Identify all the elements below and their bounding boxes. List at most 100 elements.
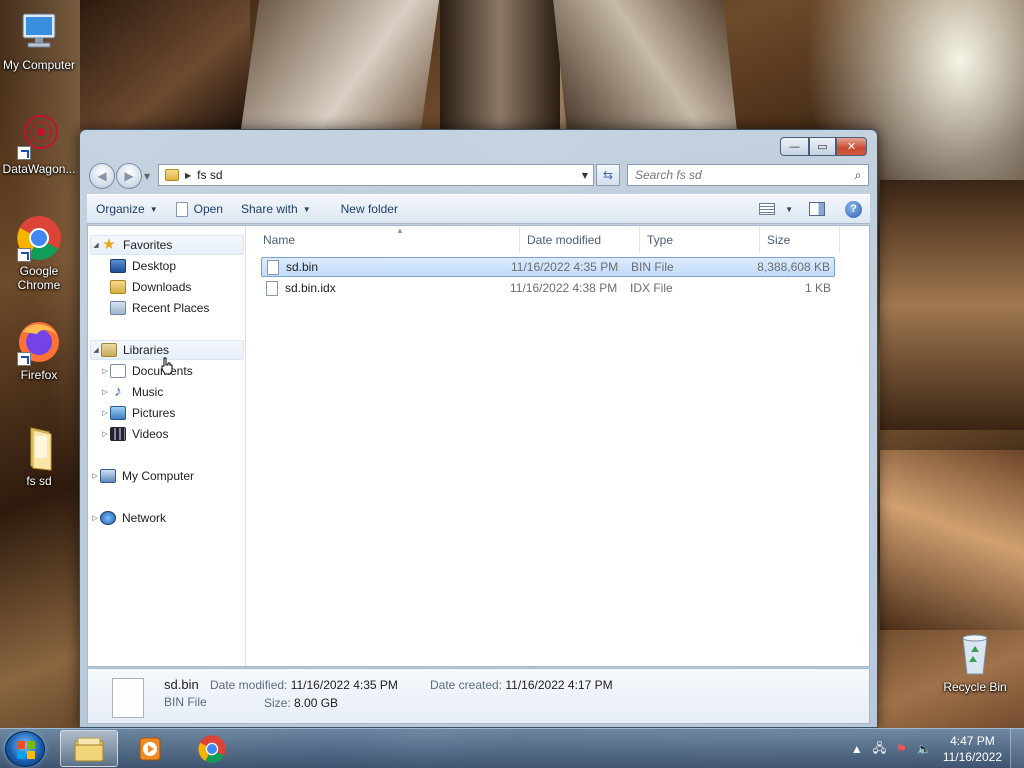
file-size: 8,388,608 KB: [757, 260, 830, 274]
breadcrumb-separator-icon[interactable]: ▶: [185, 171, 191, 180]
details-value: 8.00 GB: [294, 696, 339, 710]
desktop-icon-recycle-bin[interactable]: Recycle Bin: [936, 630, 1014, 694]
nav-recent-places[interactable]: Recent Places: [110, 298, 209, 318]
desktop-icon-datawagon[interactable]: DataWagon...: [0, 112, 78, 176]
address-bar[interactable]: ▶ fs sd ▼: [158, 164, 594, 186]
show-desktop-button[interactable]: [1010, 729, 1024, 768]
details-file-type: BIN File: [164, 695, 207, 709]
collapse-icon[interactable]: ◢: [91, 241, 101, 249]
taskbar: ▲ 🖧 ⚑ 🔈 4:47 PM 11/16/2022: [0, 728, 1024, 768]
nav-pictures[interactable]: ▷ Pictures: [100, 403, 175, 423]
file-name-cell: sd.bin.idx: [266, 278, 336, 298]
preview-pane-icon[interactable]: [809, 202, 825, 216]
nav-label: Recent Places: [132, 301, 210, 315]
expand-icon[interactable]: ▷: [100, 430, 110, 438]
desktop-icon-google-chrome[interactable]: Google Chrome: [0, 214, 78, 292]
desktop-icon-label: Google Chrome: [17, 264, 61, 292]
nav-label: Pictures: [132, 406, 176, 420]
help-icon[interactable]: ?: [845, 200, 862, 218]
minimize-button[interactable]: —: [780, 137, 809, 156]
views-dropdown-icon[interactable]: ▼: [785, 205, 793, 214]
nav-network[interactable]: ▷ Network: [90, 508, 166, 528]
close-button[interactable]: ✕: [836, 137, 867, 156]
recent-pages-dropdown[interactable]: ▼: [144, 163, 154, 189]
address-dropdown-icon[interactable]: ▼: [577, 171, 593, 180]
expand-icon[interactable]: ▷: [100, 367, 110, 375]
address-path[interactable]: fs sd: [197, 168, 577, 182]
system-tray: ▲ 🖧 ⚑ 🔈 4:47 PM 11/16/2022: [846, 729, 1024, 768]
expand-icon[interactable]: ▷: [90, 514, 100, 522]
videos-icon: [110, 427, 126, 441]
share-with-button[interactable]: Share with ▼: [232, 195, 320, 223]
search-input[interactable]: [635, 168, 848, 182]
hand-cursor-icon: [161, 357, 173, 375]
taskbar-media-player-button[interactable]: [121, 730, 179, 767]
refresh-button[interactable]: ⇆: [596, 164, 620, 186]
wallpaper-shard: [880, 180, 1024, 430]
wallpaper-shard: [440, 0, 560, 130]
clock[interactable]: 4:47 PM 11/16/2022: [943, 733, 1002, 765]
details-value: 11/16/2022 4:17 PM: [505, 678, 613, 692]
chrome-icon: [15, 214, 63, 262]
collapse-icon[interactable]: ◢: [91, 346, 101, 354]
taskbar-chrome-button[interactable]: [183, 730, 241, 767]
nav-music[interactable]: ▷ ♪ Music: [100, 382, 163, 402]
network-icon: [100, 511, 116, 525]
nav-arrows: ◀ ▶ ▼: [89, 163, 154, 189]
desktop-icon-fs-sd[interactable]: fs sd: [0, 424, 78, 488]
details-pane: sd.bin BIN File Date modified: 11/16/202…: [87, 668, 870, 724]
computer-icon: [100, 469, 116, 483]
taskbar-explorer-button[interactable]: [60, 730, 118, 767]
back-button[interactable]: ◀: [89, 163, 115, 189]
nav-desktop[interactable]: Desktop: [110, 256, 176, 276]
details-size: Size: 8.00 GB: [264, 696, 338, 710]
column-header-label: Date modified: [527, 233, 602, 247]
shortcut-arrow-icon: [17, 352, 31, 366]
shortcut-arrow-icon: [17, 248, 31, 262]
expand-icon[interactable]: ▷: [100, 409, 110, 417]
maximize-button[interactable]: ▭: [809, 137, 836, 156]
file-date: 11/16/2022 4:35 PM: [511, 260, 619, 274]
nav-my-computer[interactable]: ▷ My Computer: [90, 466, 194, 486]
music-icon: ♪: [114, 383, 122, 400]
volume-icon[interactable]: 🔈: [917, 742, 932, 756]
action-center-icon[interactable]: ⚑: [896, 742, 907, 756]
organize-button[interactable]: Organize ▼: [87, 195, 167, 223]
forward-button[interactable]: ▶: [116, 163, 142, 189]
nav-downloads[interactable]: Downloads: [110, 277, 191, 297]
datawagon-icon: [15, 112, 63, 160]
expand-icon[interactable]: ▷: [100, 388, 110, 396]
nav-videos[interactable]: ▷ Videos: [100, 424, 168, 444]
file-row[interactable]: sd.bin 11/16/2022 4:35 PM BIN File 8,388…: [261, 257, 835, 277]
new-folder-button[interactable]: New folder: [332, 195, 407, 223]
expand-icon[interactable]: ▷: [90, 472, 100, 480]
file-name-cell: sd.bin: [267, 258, 318, 276]
chevron-down-icon: ▼: [302, 204, 311, 214]
column-header-type[interactable]: Type: [640, 226, 760, 254]
nav-label: Music: [132, 385, 164, 399]
file-row[interactable]: sd.bin.idx 11/16/2022 4:38 PM IDX File 1…: [261, 278, 835, 298]
file-type: BIN File: [631, 260, 674, 274]
open-button[interactable]: Open: [167, 195, 232, 223]
nav-documents[interactable]: ▷ Documents: [100, 361, 193, 381]
network-status-icon[interactable]: 🖧: [873, 739, 886, 760]
start-button[interactable]: [5, 731, 45, 767]
navigation-pane: ◢ ★ Favorites Desktop Downloads Recent P…: [88, 226, 246, 666]
views-icon[interactable]: [759, 203, 776, 215]
folder-icon: [15, 424, 63, 472]
desktop-icon-label: fs sd: [26, 474, 52, 488]
nav-favorites[interactable]: ◢ ★ Favorites: [90, 235, 244, 255]
file-icon: [267, 259, 279, 275]
column-header-date[interactable]: Date modified: [520, 226, 640, 254]
column-header-size[interactable]: Size: [760, 226, 840, 254]
desktop-icon-my-computer[interactable]: My Computer: [0, 8, 78, 72]
nav-label: Network: [122, 511, 167, 525]
show-hidden-icons-icon[interactable]: ▲: [851, 742, 863, 756]
desktop-icon-label: Firefox: [20, 368, 58, 382]
desktop-icon-firefox[interactable]: Firefox: [0, 318, 78, 382]
libraries-icon: [101, 343, 117, 357]
search-icon[interactable]: ⌕: [848, 168, 868, 183]
refresh-icon: ⇆: [602, 168, 614, 182]
column-header-name[interactable]: Name ▲: [256, 226, 520, 254]
caption-buttons: — ▭ ✕: [780, 137, 867, 156]
